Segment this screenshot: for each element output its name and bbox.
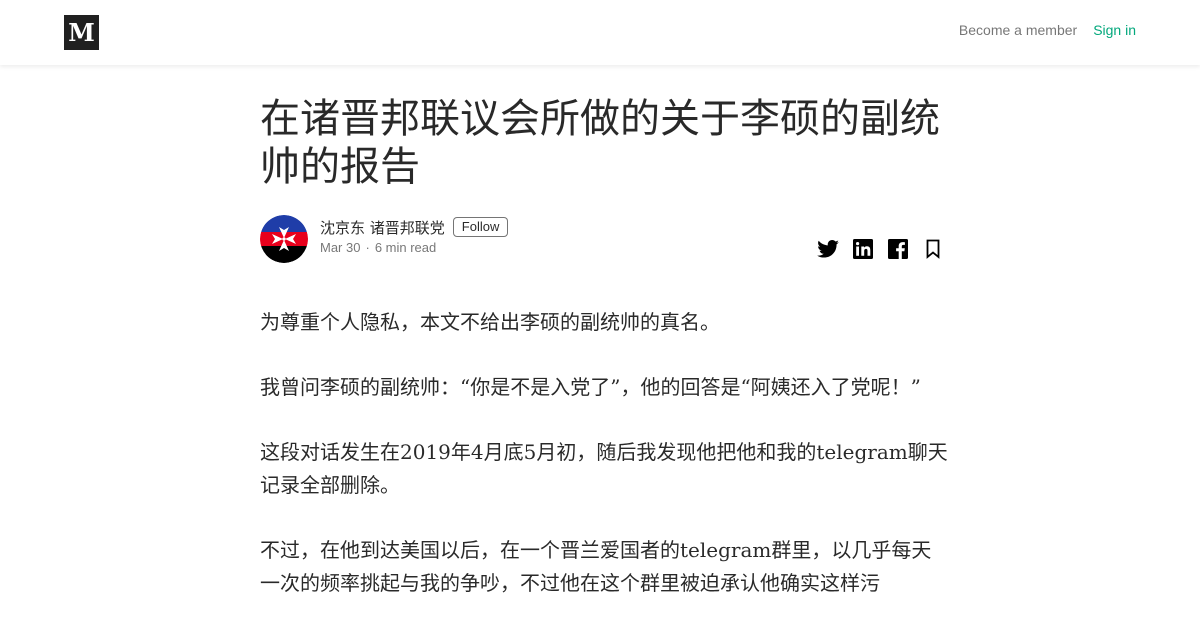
article: 在诸晋邦联议会所做的关于李硕的副统帅的报告 沈京东 诸晋邦联党 Follow M…	[260, 95, 950, 632]
bookmark-icon[interactable]	[921, 237, 945, 261]
article-paragraph: 这段对话发生在2019年4月底5月初，随后我发现他把他和我的telegram聊天…	[260, 440, 948, 497]
article-paragraph: 为尊重个人隐私，本文不给出李硕的副统帅的真名。	[260, 310, 720, 334]
author-row: 沈京东 诸晋邦联党 Follow	[320, 216, 509, 238]
facebook-icon[interactable]	[886, 237, 910, 261]
meta-separator: ·	[365, 240, 370, 255]
follow-button[interactable]: Follow	[452, 217, 509, 237]
share-bar	[805, 237, 945, 261]
article-paragraph: 我曾问李硕的副统帅：“你是不是入党了”，他的回答是“阿姨还入了党呢！”	[260, 375, 921, 399]
sign-in-link[interactable]: Sign in	[1093, 22, 1136, 38]
avatar-flag-image	[260, 215, 308, 263]
read-time: 6 min read	[374, 240, 437, 255]
header-actions: Become a member Sign in	[959, 22, 1136, 38]
author-name[interactable]: 沈京东 诸晋邦联党	[320, 217, 445, 238]
medium-logo[interactable]: M	[64, 15, 99, 50]
article-title: 在诸晋邦联议会所做的关于李硕的副统帅的报告	[260, 96, 940, 190]
logo-letter: M	[68, 17, 95, 47]
author-byline: 沈京东 诸晋邦联党 Follow Mar 30 · 6 min read	[260, 215, 950, 263]
article-paragraph: 不过，在他到达美国以后，在一个晋兰爱国者的telegram群里，以几乎每天一次的…	[260, 538, 932, 595]
publish-date[interactable]: Mar 30	[320, 240, 360, 255]
top-navigation-bar: M Become a member Sign in	[0, 0, 1200, 65]
twitter-icon[interactable]	[816, 237, 840, 261]
become-member-link[interactable]: Become a member	[959, 22, 1077, 38]
article-body: 为尊重个人隐私，本文不给出李硕的副统帅的真名。 我曾问李硕的副统帅：“你是不是入…	[260, 306, 950, 600]
linkedin-icon[interactable]	[851, 237, 875, 261]
author-info: 沈京东 诸晋邦联党 Follow Mar 30 · 6 min read	[320, 216, 509, 255]
article-meta: Mar 30 · 6 min read	[320, 240, 508, 255]
author-avatar[interactable]	[260, 215, 308, 263]
